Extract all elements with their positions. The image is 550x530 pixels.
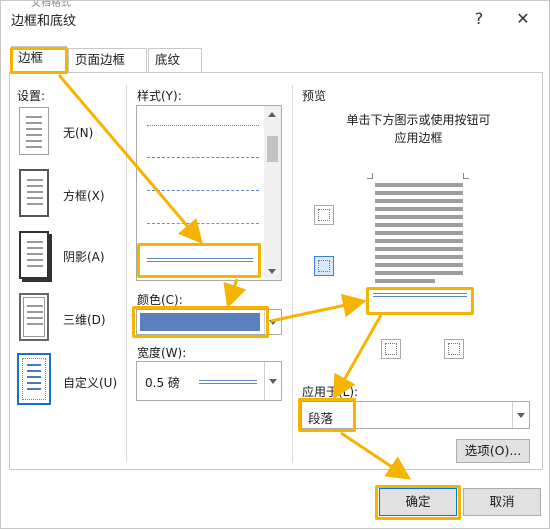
width-label: 宽度(W): — [137, 346, 187, 360]
width-line-sample-1 — [199, 380, 257, 381]
style-option-dashed-long[interactable] — [147, 190, 259, 191]
left-border-button[interactable] — [381, 339, 401, 359]
highlight-box-color — [132, 306, 269, 338]
setting-3d-icon[interactable] — [19, 293, 49, 341]
middle-border-button[interactable] — [314, 256, 334, 276]
scroll-down-icon[interactable] — [268, 269, 276, 274]
width-dropdown-button[interactable] — [264, 362, 281, 400]
scroll-up-icon[interactable] — [268, 112, 276, 117]
preview-text-line — [375, 191, 463, 195]
setting-none-label[interactable]: 无(N) — [63, 124, 93, 141]
style-label: 样式(Y): — [137, 89, 182, 103]
highlight-box-preview — [366, 287, 474, 315]
setting-none-icon[interactable] — [19, 107, 49, 155]
width-combo[interactable]: 0.5 磅 — [136, 361, 282, 401]
setting-shadow-label[interactable]: 阴影(A) — [63, 248, 105, 265]
dialog-title: 边框和底纹 — [11, 14, 77, 29]
tab-shading[interactable]: 底纹(S) — [148, 48, 202, 89]
preview-text-line — [375, 199, 463, 203]
style-option-dash-dot[interactable] — [147, 223, 259, 224]
highlight-box-apply-to — [298, 398, 356, 432]
preview-hint-1: 单击下方图示或使用按钮可 — [346, 113, 491, 127]
borders-shading-dialog: 文档格式 边框和底纹 ? ✕ 边框(B) 页面边框(P) 底纹(S) 设置: 无… — [0, 0, 550, 529]
chevron-down-icon — [517, 413, 525, 418]
scroll-thumb[interactable] — [267, 136, 278, 162]
divider-left — [126, 85, 127, 463]
preview-text-line — [375, 215, 463, 219]
apply-to-dropdown-button[interactable] — [512, 402, 529, 428]
setting-custom-icon[interactable] — [17, 353, 51, 405]
highlight-box-style — [137, 243, 261, 278]
close-button[interactable]: ✕ — [509, 7, 537, 31]
setting-box-label[interactable]: 方框(X) — [63, 187, 105, 204]
style-option-dashed-short[interactable] — [147, 157, 259, 158]
options-button[interactable]: 选项(O)... — [456, 439, 530, 463]
chevron-down-icon — [269, 320, 277, 325]
preview-text-line — [375, 183, 463, 187]
top-border-button[interactable] — [314, 205, 334, 225]
style-option-dotted[interactable] — [147, 125, 259, 126]
cancel-button[interactable]: 取消 — [463, 488, 541, 516]
setting-box-icon[interactable] — [19, 169, 49, 217]
preview-hint-2: 应用边框 — [394, 131, 443, 145]
preview-text-line — [375, 239, 463, 243]
style-scrollbar[interactable] — [264, 106, 281, 280]
divider-right — [292, 85, 293, 463]
setting-3d-label[interactable]: 三维(D) — [63, 311, 106, 328]
preview-text-line — [375, 247, 463, 251]
preview-text-line — [375, 207, 463, 211]
setting-custom-label[interactable]: 自定义(U) — [63, 374, 117, 391]
preview-text-line — [375, 255, 463, 259]
highlight-box-ok — [375, 485, 461, 520]
background-document-text: 文档格式 — [31, 1, 71, 7]
highlight-box-borders-tab — [10, 47, 68, 74]
help-button[interactable]: ? — [465, 7, 493, 31]
preview-text-line — [375, 223, 463, 227]
preview-text-line — [375, 263, 463, 267]
tab-page-borders[interactable]: 页面边框(P) — [68, 48, 147, 89]
setting-shadow-icon[interactable] — [19, 231, 49, 279]
preview-text-line — [375, 231, 463, 235]
preview-text-line — [375, 279, 435, 283]
right-border-button[interactable] — [444, 339, 464, 359]
preview-text-line — [375, 271, 463, 275]
width-value: 0.5 磅 — [145, 376, 180, 390]
chevron-down-icon — [269, 379, 277, 384]
width-line-sample-2 — [199, 383, 257, 384]
settings-label: 设置: — [17, 89, 46, 103]
preview-label: 预览 — [302, 89, 327, 103]
